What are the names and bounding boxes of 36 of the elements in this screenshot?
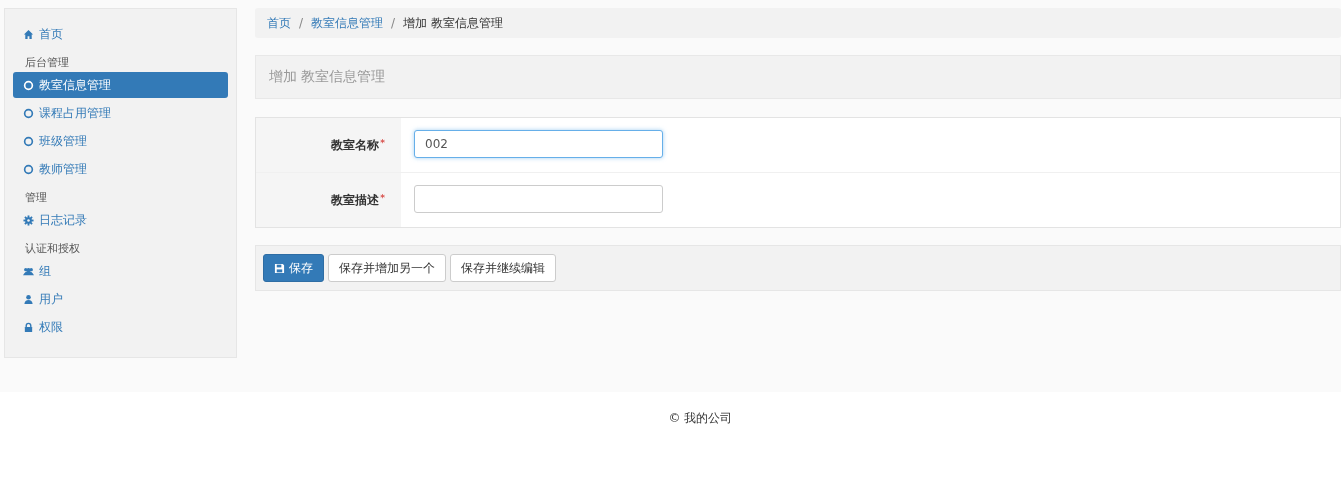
- group-icon: [23, 265, 34, 277]
- copyright-text: © 我的公司: [668, 410, 733, 427]
- breadcrumb-current: 增加 教室信息管理: [403, 14, 503, 32]
- sidebar-item[interactable]: 课程占用管理: [13, 100, 228, 126]
- breadcrumb-link[interactable]: 教室信息管理: [311, 14, 384, 32]
- sidebar-heading: 管理: [24, 190, 48, 206]
- breadcrumb-separator: /: [391, 16, 396, 30]
- field-label: 教室名称*: [256, 118, 401, 172]
- sidebar-item[interactable]: 教师管理: [13, 156, 228, 182]
- field-label: 教室描述*: [256, 173, 401, 227]
- save-button[interactable]: 保存: [263, 254, 324, 282]
- sidebar-item[interactable]: 权限: [13, 314, 228, 340]
- sidebar-heading: 后台管理: [24, 55, 70, 71]
- input-field[interactable]: [414, 185, 663, 213]
- circle-icon: [23, 163, 34, 175]
- breadcrumb-link[interactable]: 首页: [267, 14, 291, 32]
- sidebar-item[interactable]: 教室信息管理: [13, 72, 228, 98]
- sidebar-item[interactable]: 班级管理: [13, 128, 228, 154]
- input-field[interactable]: 002: [414, 130, 663, 158]
- lock-icon: [23, 321, 34, 333]
- action-button[interactable]: 保存并增加另一个: [328, 254, 446, 282]
- sidebar-heading: 认证和授权: [24, 241, 81, 257]
- sidebar-item[interactable]: 组: [13, 258, 228, 284]
- sidebar-item[interactable]: 用户: [13, 286, 228, 312]
- panel-title: 增加 教室信息管理: [255, 55, 1341, 99]
- sidebar-item[interactable]: 日志记录: [13, 207, 228, 233]
- home-icon: [23, 28, 34, 40]
- action-button[interactable]: 保存并继续编辑: [450, 254, 556, 282]
- sidebar-item[interactable]: 首页: [13, 21, 228, 47]
- settings-icon: [23, 214, 34, 226]
- breadcrumb-separator: /: [299, 16, 304, 30]
- user-icon: [23, 293, 34, 305]
- circle-icon: [23, 135, 34, 147]
- circle-icon: [23, 107, 34, 119]
- circle-icon: [23, 79, 34, 91]
- save-icon: [274, 262, 285, 274]
